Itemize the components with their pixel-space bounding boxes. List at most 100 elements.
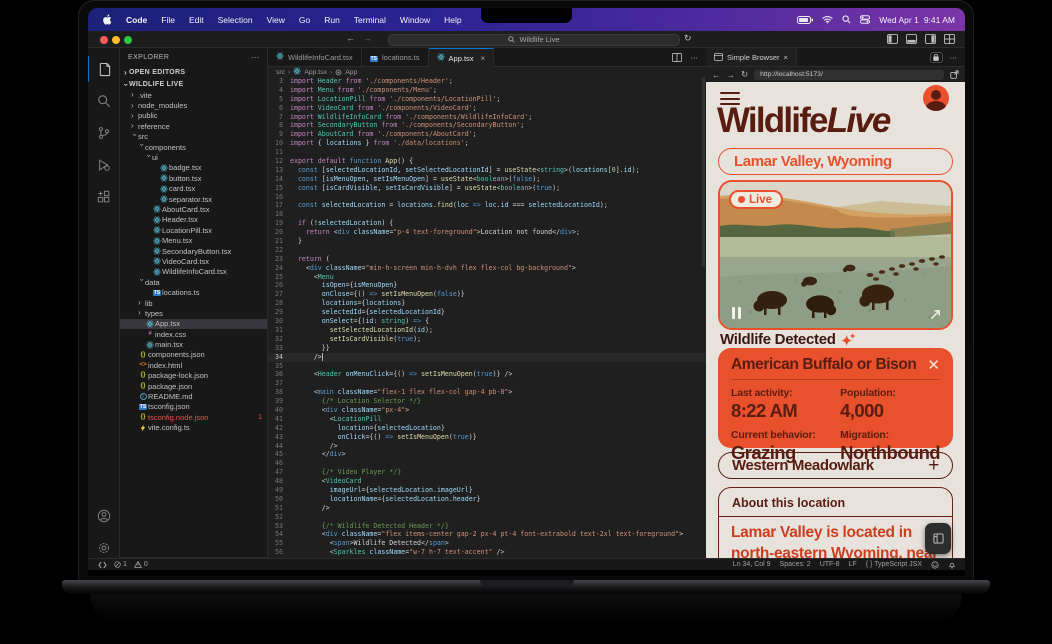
eol-sequence[interactable]: LF bbox=[849, 561, 857, 568]
history-forward-button[interactable]: → bbox=[363, 33, 372, 43]
tree-item-public[interactable]: ›public bbox=[120, 111, 268, 121]
editor-scrollbar[interactable] bbox=[702, 77, 705, 267]
menu-help[interactable]: Help bbox=[437, 15, 468, 25]
editor-more-actions-icon[interactable]: ⋯ bbox=[691, 53, 699, 62]
tree-item-tsconfig-node-json[interactable]: {}tsconfig.node.json1 bbox=[120, 412, 268, 422]
explorer-icon[interactable] bbox=[88, 56, 120, 82]
tree-item-button-tsx[interactable]: button.tsx bbox=[120, 173, 268, 183]
tree-item--vite[interactable]: ›.vite bbox=[120, 90, 268, 100]
close-tab-icon[interactable]: × bbox=[481, 54, 486, 63]
menu-code[interactable]: Code bbox=[119, 15, 154, 25]
menu-selection[interactable]: Selection bbox=[211, 15, 260, 25]
tree-item-readme-md[interactable]: iREADME.md bbox=[120, 391, 268, 401]
language-mode[interactable]: { } TypeScript JSX bbox=[866, 561, 922, 568]
tree-item-vite-config-ts[interactable]: vite.config.ts bbox=[120, 423, 268, 433]
tree-item-types[interactable]: ›types bbox=[120, 308, 268, 318]
tree-item-package-json[interactable]: {}package.json bbox=[120, 381, 268, 391]
control-center-icon[interactable] bbox=[860, 15, 870, 24]
close-browser-tab-icon[interactable]: × bbox=[784, 53, 788, 62]
tab-wildlifeinfocard-tsx[interactable]: WildlifeInfoCard.tsx bbox=[268, 48, 362, 66]
toggle-primary-sidebar-icon[interactable] bbox=[887, 34, 898, 44]
indentation[interactable]: Spaces: 2 bbox=[780, 561, 811, 568]
tree-item-index-css[interactable]: #index.css bbox=[120, 329, 268, 339]
menu-run[interactable]: Run bbox=[317, 15, 347, 25]
feedback-icon[interactable] bbox=[931, 561, 939, 569]
tree-item-secondarybutton-tsx[interactable]: SecondaryButton.tsx bbox=[120, 246, 268, 256]
tree-item-separator-tsx[interactable]: separator.tsx bbox=[120, 194, 268, 204]
tree-item-wildlifeinfocard-tsx[interactable]: WildlifeInfoCard.tsx bbox=[120, 267, 268, 277]
expand-icon[interactable] bbox=[930, 309, 941, 320]
tab-simple-browser[interactable]: Simple Browser × bbox=[706, 48, 797, 66]
open-editors-section[interactable]: ›OPEN EDITORS bbox=[120, 67, 268, 78]
browser-back-icon[interactable]: ← bbox=[712, 70, 721, 80]
history-back-button[interactable]: ← bbox=[346, 33, 355, 43]
spotlight-search-icon[interactable] bbox=[842, 15, 851, 24]
tree-item-app-tsx[interactable]: App.tsx bbox=[120, 319, 268, 329]
close-button[interactable] bbox=[100, 36, 108, 44]
customize-layout-icon[interactable] bbox=[944, 34, 955, 44]
code-editor[interactable]: 3import Header from './components/Header… bbox=[268, 77, 706, 558]
encoding[interactable]: UTF-8 bbox=[820, 561, 840, 568]
menu-file[interactable]: File bbox=[154, 15, 182, 25]
tree-item-card-tsx[interactable]: card.tsx bbox=[120, 184, 268, 194]
tab-locations-ts[interactable]: TSlocations.ts bbox=[362, 48, 429, 66]
tree-item-reference[interactable]: ›reference bbox=[120, 121, 268, 131]
errors-indicator[interactable]: 1 bbox=[114, 561, 127, 568]
search-view-icon[interactable] bbox=[88, 88, 120, 114]
menu-go[interactable]: Go bbox=[292, 15, 317, 25]
tree-item-ui[interactable]: ›ui bbox=[120, 152, 268, 162]
explorer-more-actions-icon[interactable]: ⋯ bbox=[251, 52, 260, 63]
browser-more-actions-icon[interactable]: ⋯ bbox=[950, 53, 958, 62]
project-root-section[interactable]: ›WILDLIFE LIVE bbox=[120, 79, 268, 90]
tree-item-node_modules[interactable]: ›node_modules bbox=[120, 100, 268, 110]
tree-item-badge-tsx[interactable]: badge.tsx bbox=[120, 163, 268, 173]
url-input[interactable]: http://localhost:5173/ bbox=[754, 70, 944, 80]
open-external-icon[interactable] bbox=[950, 70, 959, 79]
close-info-card-icon[interactable]: ✕ bbox=[927, 358, 940, 373]
source-control-icon[interactable] bbox=[88, 120, 120, 146]
notifications-bell-icon[interactable] bbox=[948, 560, 956, 569]
battery-icon[interactable] bbox=[797, 16, 813, 24]
extensions-icon[interactable] bbox=[88, 184, 120, 210]
tree-item-menu-tsx[interactable]: Menu.tsx bbox=[120, 235, 268, 245]
menu-view[interactable]: View bbox=[260, 15, 292, 25]
tree-item-header-tsx[interactable]: Header.tsx bbox=[120, 215, 268, 225]
browser-forward-icon[interactable]: → bbox=[727, 70, 736, 80]
tree-item-components-json[interactable]: {}components.json bbox=[120, 350, 268, 360]
tab-app-tsx[interactable]: App.tsx× bbox=[429, 48, 495, 67]
western-meadowlark-button[interactable]: Western Meadowlark + bbox=[718, 452, 953, 479]
run-debug-icon[interactable] bbox=[88, 152, 120, 178]
tree-item-locations-ts[interactable]: TSlocations.ts bbox=[120, 287, 268, 297]
wifi-icon[interactable] bbox=[822, 15, 833, 24]
tree-item-src[interactable]: ›src bbox=[120, 132, 268, 142]
remote-indicator-icon[interactable] bbox=[98, 561, 107, 569]
menu-window[interactable]: Window bbox=[393, 15, 437, 25]
tree-item-package-lock-json[interactable]: {}package-lock.json bbox=[120, 371, 268, 381]
refresh-layout-icon[interactable]: ↻ bbox=[684, 33, 692, 44]
command-center-search[interactable]: Wildlife Live bbox=[388, 34, 680, 46]
pause-button[interactable] bbox=[732, 307, 741, 319]
apple-menu-icon[interactable] bbox=[102, 14, 113, 25]
accounts-icon[interactable] bbox=[88, 503, 120, 529]
menu-edit[interactable]: Edit bbox=[182, 15, 211, 25]
toggle-secondary-sidebar-icon[interactable] bbox=[925, 34, 936, 44]
minimize-button[interactable] bbox=[112, 36, 120, 44]
cursor-position[interactable]: Ln 34, Col 9 bbox=[733, 561, 771, 568]
menubar-clock[interactable]: Wed Apr 1 9:41 AM bbox=[879, 15, 955, 25]
tree-item-main-tsx[interactable]: main.tsx bbox=[120, 339, 268, 349]
tree-item-aboutcard-tsx[interactable]: AboutCard.tsx bbox=[120, 204, 268, 214]
warnings-indicator[interactable]: 0 bbox=[134, 561, 148, 568]
browser-reload-icon[interactable]: ↻ bbox=[741, 69, 748, 80]
video-card[interactable]: Live bbox=[718, 180, 953, 330]
simple-browser-overlay-button[interactable] bbox=[925, 523, 951, 554]
location-pill[interactable]: Lamar Valley, Wyoming bbox=[718, 148, 953, 175]
toggle-panel-icon[interactable] bbox=[906, 34, 917, 44]
tree-item-components[interactable]: ›components bbox=[120, 142, 268, 152]
tree-item-lib[interactable]: ›lib bbox=[120, 298, 268, 308]
tree-item-tsconfig-json[interactable]: TStsconfig.json bbox=[120, 402, 268, 412]
lock-icon[interactable] bbox=[930, 52, 943, 63]
breadcrumb[interactable]: src› App.tsx› App bbox=[268, 67, 706, 77]
menu-terminal[interactable]: Terminal bbox=[347, 15, 393, 25]
tree-item-index-html[interactable]: <>index.html bbox=[120, 360, 268, 370]
split-editor-icon[interactable] bbox=[672, 53, 682, 62]
